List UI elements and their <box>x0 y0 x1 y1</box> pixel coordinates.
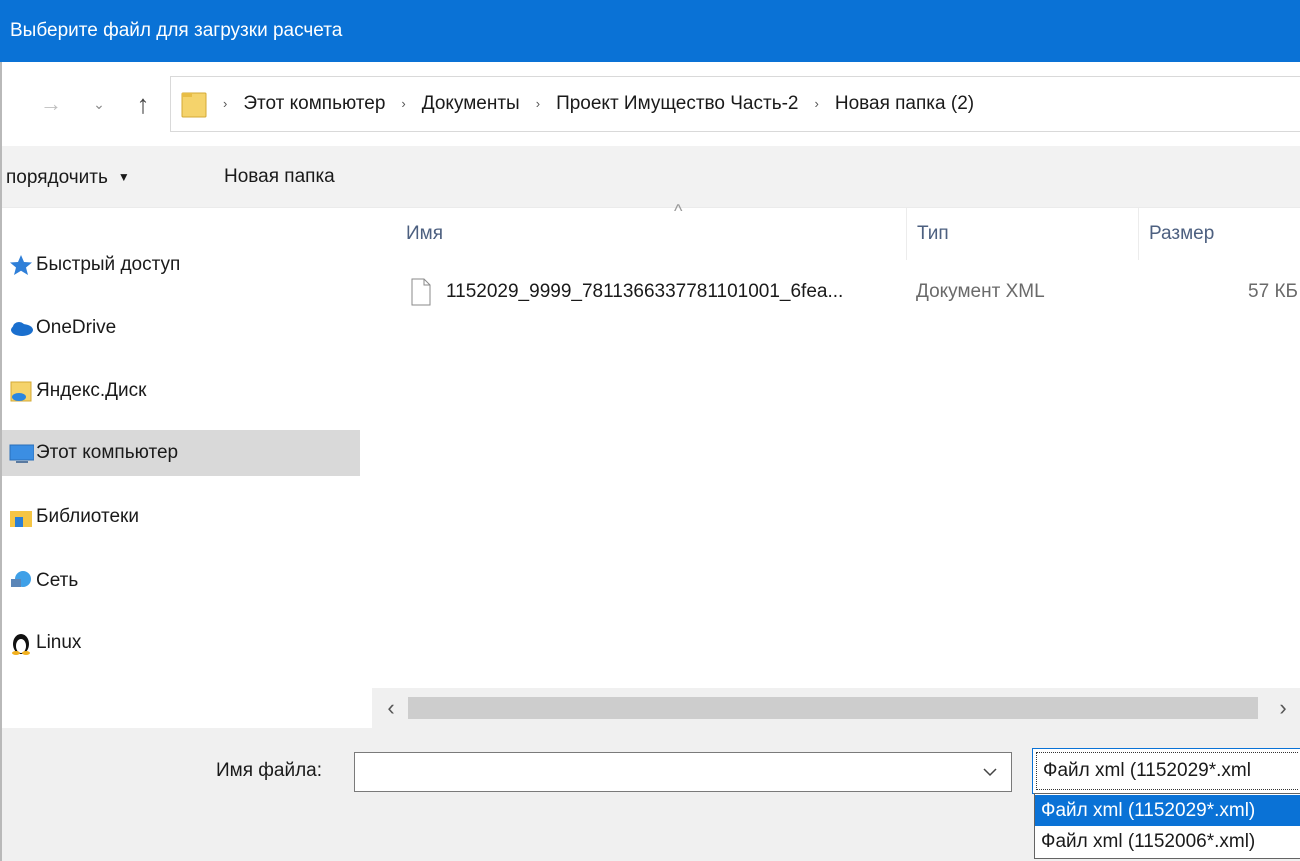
table-row[interactable]: 1152029_9999_7811366337781101001_6fea...… <box>402 272 1300 312</box>
linux-penguin-icon <box>12 634 30 655</box>
yandex-disk-icon <box>10 381 32 402</box>
window-border <box>0 62 2 861</box>
sidebar-item-label: Яндекс.Диск <box>36 380 147 401</box>
file-type: Документ XML <box>916 281 1045 302</box>
recent-locations-icon[interactable]: ⌄ <box>88 88 110 120</box>
sidebar-item-libraries[interactable]: Библиотеки <box>0 494 360 540</box>
navigation-pane: Быстрый доступ OneDrive Яндекс.Диск Этот… <box>0 208 362 728</box>
filename-input[interactable] <box>354 752 1012 792</box>
sidebar-item-label: Сеть <box>36 570 79 591</box>
file-size: 57 КБ <box>1248 281 1298 302</box>
column-header-name-label: Имя <box>406 223 444 244</box>
scroll-right-icon[interactable]: › <box>1272 688 1294 728</box>
scrollbar-thumb[interactable] <box>408 697 1258 719</box>
breadcrumb-documents[interactable]: Документы <box>422 77 520 131</box>
column-header-type[interactable]: Тип <box>906 208 1138 260</box>
sidebar-item-label: Linux <box>36 632 82 653</box>
breadcrumb-separator[interactable]: › <box>401 77 405 131</box>
sidebar-item-yandex-disk[interactable]: Яндекс.Диск <box>0 368 360 414</box>
computer-icon <box>9 444 34 463</box>
sidebar-item-network[interactable]: Сеть <box>0 558 360 604</box>
breadcrumb-separator[interactable]: › <box>815 77 819 131</box>
cloud-icon <box>11 322 33 336</box>
column-header-name[interactable]: ^ Имя <box>396 202 906 260</box>
library-icon <box>10 511 32 527</box>
breadcrumb-separator[interactable]: › <box>223 77 227 131</box>
filetype-dropdown-list: Файл xml (1152029*.xml) Файл xml (115200… <box>1034 793 1300 859</box>
filename-label: Имя файла: <box>216 760 323 781</box>
forward-arrow-icon[interactable]: → <box>34 88 68 120</box>
sidebar-item-label: Быстрый доступ <box>36 254 181 275</box>
up-arrow-icon[interactable]: ↑ <box>124 88 162 120</box>
sidebar-item-label: Этот компьютер <box>36 442 179 463</box>
breadcrumb-this-pc[interactable]: Этот компьютер <box>243 77 385 131</box>
window-title-bar[interactable]: Выберите файл для загрузки расчета <box>0 0 1300 62</box>
chevron-down-icon: ▼ <box>117 170 130 184</box>
filetype-selected-value: Файл xml (1152029*.xml <box>1036 752 1298 790</box>
file-name: 1152029_9999_7811366337781101001_6fea... <box>446 281 844 302</box>
horizontal-scrollbar[interactable]: ‹ › <box>372 688 1300 728</box>
chevron-down-icon[interactable] <box>982 764 998 780</box>
filetype-option-1152006[interactable]: Файл xml (1152006*.xml) <box>1035 826 1300 857</box>
folder-icon <box>181 92 207 118</box>
sidebar-item-label: OneDrive <box>36 317 117 338</box>
sidebar-item-label: Библиотеки <box>36 506 139 527</box>
sidebar-item-onedrive[interactable]: OneDrive <box>0 305 360 351</box>
breadcrumb-new-folder-2[interactable]: Новая папка (2) <box>835 77 974 131</box>
sidebar-item-this-pc[interactable]: Этот компьютер <box>0 430 360 476</box>
filetype-option-1152029[interactable]: Файл xml (1152029*.xml) <box>1035 795 1300 826</box>
sidebar-item-linux[interactable]: Linux <box>0 620 360 666</box>
command-bar: порядочить ▼ Новая папка <box>0 146 1300 208</box>
breadcrumb: › Этот компьютер › Документы › Проект Им… <box>223 77 974 131</box>
sidebar-item-quick-access[interactable]: Быстрый доступ <box>0 242 360 288</box>
navigation-bar: → ⌄ ↑ › Этот компьютер › Документы › Про… <box>0 62 1300 146</box>
address-bar[interactable]: › Этот компьютер › Документы › Проект Им… <box>170 76 1300 132</box>
new-folder-button[interactable]: Новая папка <box>224 146 335 208</box>
filetype-select[interactable]: Файл xml (1152029*.xml <box>1032 748 1300 794</box>
star-icon <box>10 255 32 275</box>
network-icon <box>11 571 31 587</box>
organize-label: порядочить <box>6 167 108 188</box>
window-title: Выберите файл для загрузки расчета <box>10 20 343 41</box>
breadcrumb-project-folder[interactable]: Проект Имущество Часть-2 <box>556 77 798 131</box>
organize-button[interactable]: порядочить ▼ <box>6 146 130 208</box>
column-header-size[interactable]: Размер <box>1138 208 1300 260</box>
scroll-left-icon[interactable]: ‹ <box>380 688 402 728</box>
file-list-view[interactable]: ^ Имя Тип Размер 1152029_9999_7811366337… <box>362 202 1300 688</box>
document-icon <box>411 278 431 306</box>
breadcrumb-separator[interactable]: › <box>536 77 540 131</box>
sort-ascending-icon: ^ <box>674 201 683 221</box>
